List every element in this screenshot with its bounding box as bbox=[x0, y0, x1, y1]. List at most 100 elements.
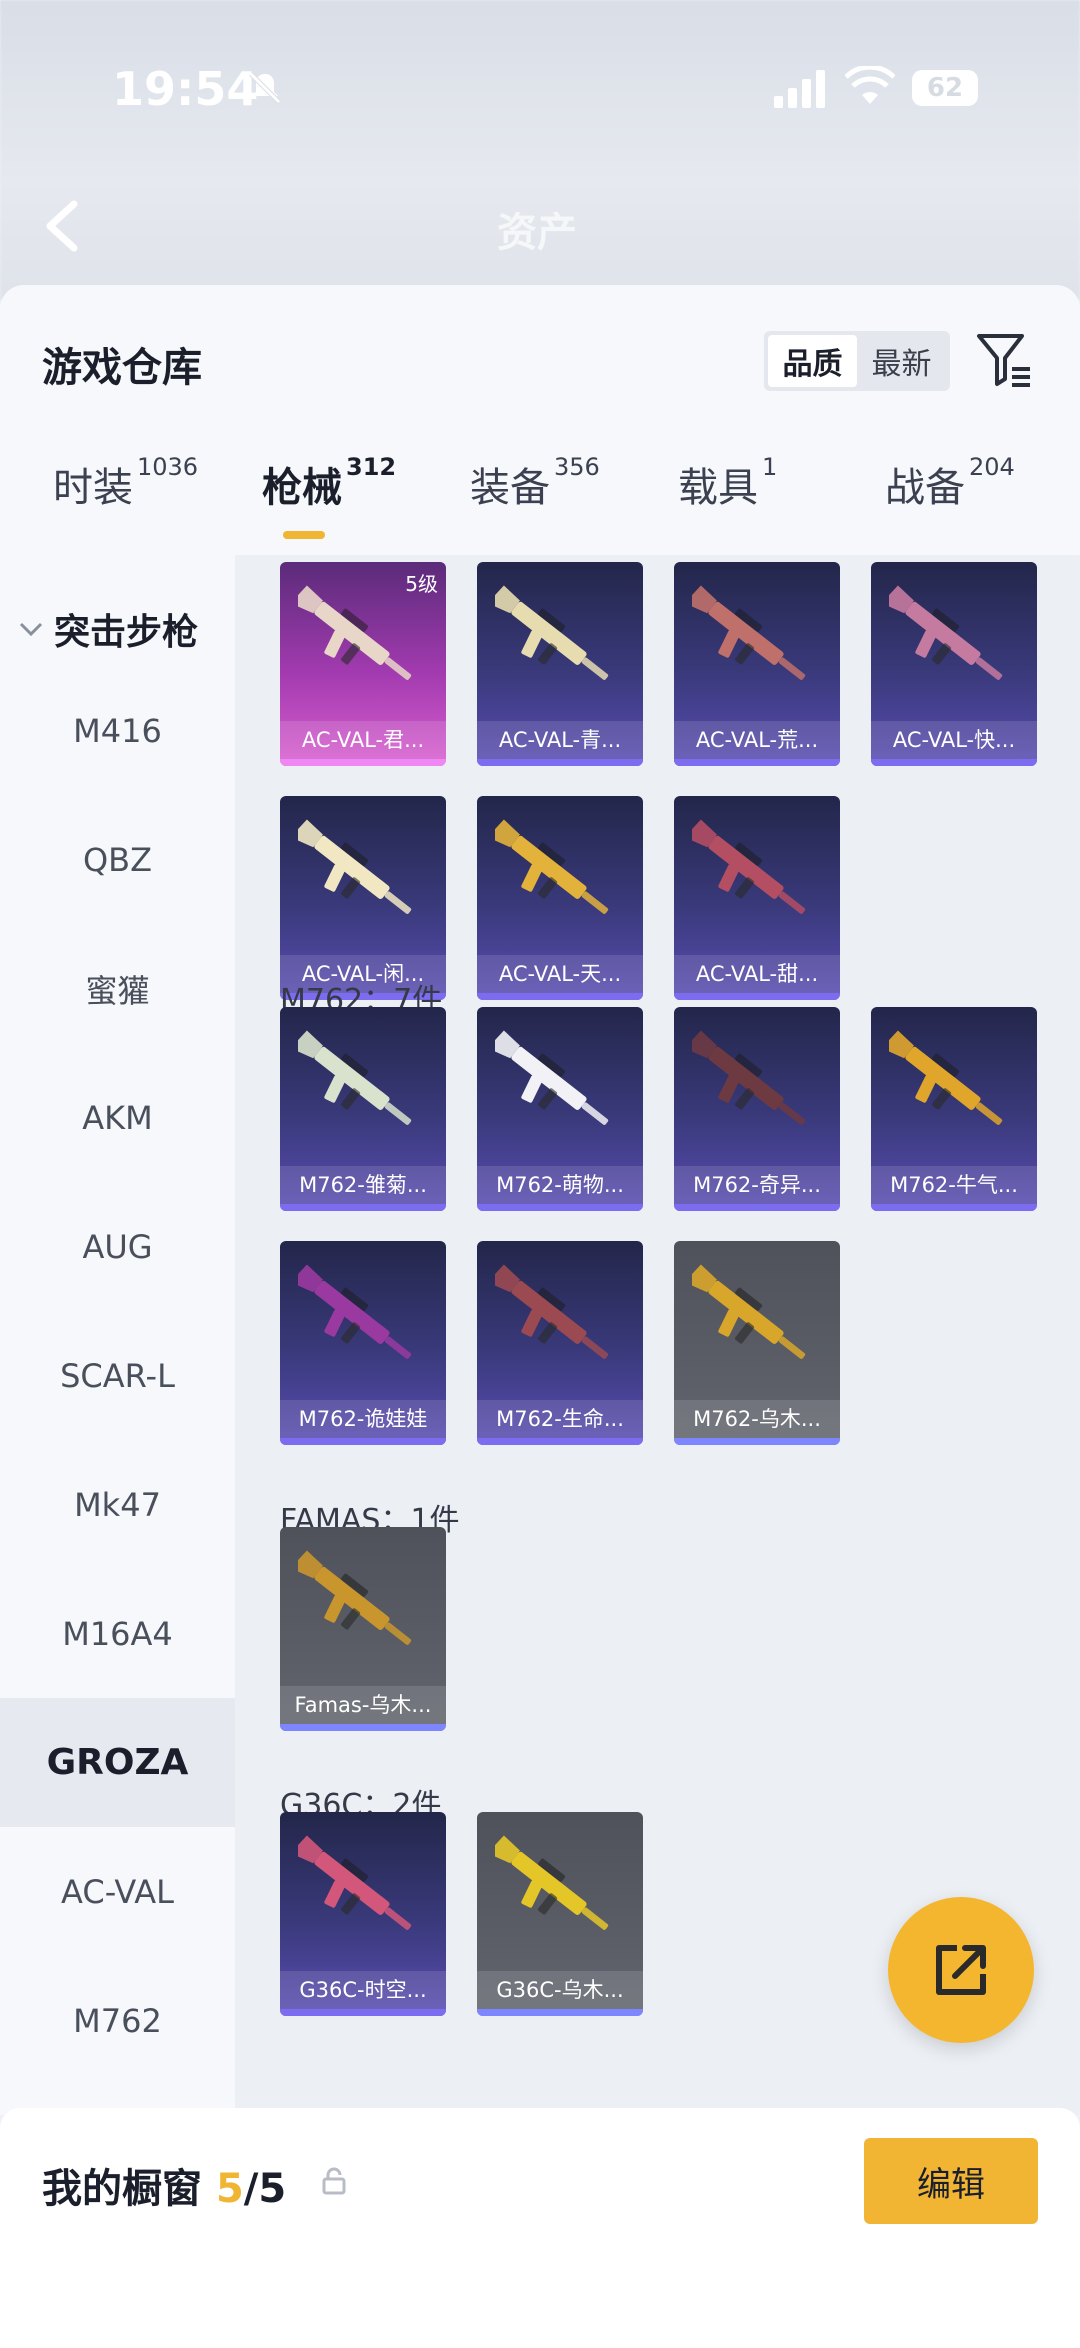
weapon-skin-card[interactable]: AC-VAL-闲... bbox=[280, 796, 446, 1000]
showcase-used-count: 5 bbox=[215, 2166, 244, 2212]
tab-count: 1 bbox=[762, 453, 778, 481]
sidebar-item-ac-val[interactable]: AC-VAL bbox=[0, 1827, 235, 1956]
chevron-down-icon bbox=[19, 622, 43, 637]
showcase-bar: 我的橱窗 5/5 编辑 bbox=[0, 2108, 1080, 2348]
skin-name-label: M762-牛气... bbox=[871, 1166, 1037, 1204]
sidebar-item-aug[interactable]: AUG bbox=[0, 1182, 235, 1311]
sheet-header: 游戏仓库 品质 最新 时装 1036 枪械 312 装备 356 载具 1 战备 204 bbox=[0, 285, 1080, 555]
rifle-icon bbox=[692, 819, 806, 914]
weapon-skin-card[interactable]: M762-乌木... bbox=[674, 1241, 840, 1445]
weapon-skin-card[interactable]: M762-生命... bbox=[477, 1241, 643, 1445]
rifle-icon bbox=[889, 585, 1003, 680]
weapon-skin-card[interactable]: G36C-乌木... bbox=[477, 1812, 643, 2016]
rifle-icon bbox=[692, 1030, 806, 1125]
back-arrow-icon[interactable] bbox=[40, 198, 84, 254]
sidebar-item-qbz[interactable]: QBZ bbox=[0, 795, 235, 924]
sort-toggle: 品质 最新 bbox=[764, 331, 950, 391]
showcase-count-separator: / bbox=[243, 2166, 259, 2212]
tab-label: 战备 bbox=[885, 465, 965, 511]
skin-name-label: M762-生命... bbox=[477, 1400, 643, 1438]
tab-label: 装备 bbox=[470, 465, 550, 511]
sidebar-item-m416[interactable]: M416 bbox=[0, 666, 235, 795]
weapon-skin-card[interactable]: G36C-时空... bbox=[280, 1812, 446, 2016]
active-tab-indicator bbox=[283, 531, 325, 539]
skin-name-label: AC-VAL-青... bbox=[477, 721, 643, 759]
signal-icon bbox=[774, 70, 825, 108]
tab-count: 1036 bbox=[137, 453, 199, 481]
weapon-skin-card[interactable]: AC-VAL-甜... bbox=[674, 796, 840, 1000]
sidebar-item-mk47[interactable]: Mk47 bbox=[0, 1440, 235, 1569]
rifle-icon bbox=[298, 1264, 412, 1359]
weapon-sidebar: 突击步枪 M416 QBZ 蜜獾 AKM AUG SCAR-L Mk47 M16… bbox=[0, 555, 235, 2115]
share-button[interactable] bbox=[888, 1897, 1034, 2043]
sidebar-item-scar-l[interactable]: SCAR-L bbox=[0, 1311, 235, 1440]
weapon-grid: 5级 AC-VAL-君... AC-VAL-青... AC-VAL-荒... AC-VA… bbox=[235, 555, 1080, 2115]
rifle-icon bbox=[298, 1835, 412, 1930]
tab-fashion[interactable]: 时装 1036 bbox=[53, 453, 199, 513]
tab-equipment[interactable]: 装备 356 bbox=[470, 453, 600, 513]
tab-label: 时装 bbox=[53, 465, 133, 511]
sort-quality-button[interactable]: 品质 bbox=[768, 335, 857, 387]
rifle-icon bbox=[298, 819, 412, 914]
rifle-icon bbox=[298, 1030, 412, 1125]
share-external-icon bbox=[936, 1945, 986, 1995]
tab-count: 356 bbox=[554, 453, 600, 481]
sidebar-group-label: 突击步枪 bbox=[54, 612, 199, 653]
tab-vehicles[interactable]: 载具 1 bbox=[678, 453, 778, 513]
sidebar-item-m762[interactable]: M762 bbox=[0, 1956, 235, 2085]
weapon-skin-card[interactable]: AC-VAL-青... bbox=[477, 562, 643, 766]
tab-supplies[interactable]: 战备 204 bbox=[885, 453, 1015, 513]
rifle-icon bbox=[298, 1550, 412, 1645]
showcase-title: 我的橱窗 5/5 bbox=[42, 2156, 286, 2214]
skin-name-label: M762-乌木... bbox=[674, 1400, 840, 1438]
rifle-icon bbox=[692, 1264, 806, 1359]
lock-icon bbox=[322, 2167, 346, 2195]
skin-name-label: AC-VAL-荒... bbox=[674, 721, 840, 759]
skin-name-label: M762-萌物... bbox=[477, 1166, 643, 1204]
skin-name-label: G36C-乌木... bbox=[477, 1971, 643, 2009]
sidebar-item-akm[interactable]: AKM bbox=[0, 1053, 235, 1182]
weapon-skin-card[interactable]: M762-雏菊... bbox=[280, 1007, 446, 1211]
battery-indicator: 62 bbox=[912, 70, 978, 106]
tab-count: 312 bbox=[346, 453, 397, 481]
rifle-icon bbox=[495, 1030, 609, 1125]
rifle-icon bbox=[495, 1835, 609, 1930]
weapon-skin-card[interactable]: M762-诡娃娃 bbox=[280, 1241, 446, 1445]
skin-name-label: AC-VAL-甜... bbox=[674, 955, 840, 993]
tab-count: 204 bbox=[969, 453, 1015, 481]
tab-guns[interactable]: 枪械 312 bbox=[262, 453, 397, 513]
warehouse-title: 游戏仓库 bbox=[42, 345, 202, 391]
rifle-icon bbox=[495, 819, 609, 914]
weapon-skin-card[interactable]: AC-VAL-荒... bbox=[674, 562, 840, 766]
weapon-skin-card[interactable]: Famas-乌木... bbox=[280, 1527, 446, 1731]
sidebar-item-m16a4[interactable]: M16A4 bbox=[0, 1569, 235, 1698]
status-bar: 19:54 62 bbox=[0, 0, 1080, 150]
tab-label: 枪械 bbox=[262, 465, 342, 511]
showcase-total-count: 5 bbox=[258, 2166, 287, 2212]
sidebar-group-assault-rifles[interactable]: 突击步枪 bbox=[18, 603, 198, 655]
skin-name-label: AC-VAL-快... bbox=[871, 721, 1037, 759]
sidebar-item-groza[interactable]: GROZA bbox=[0, 1698, 235, 1827]
rifle-icon bbox=[495, 1264, 609, 1359]
edit-button[interactable]: 编辑 bbox=[864, 2138, 1038, 2224]
weapon-skin-card[interactable]: AC-VAL-天... bbox=[477, 796, 643, 1000]
filter-icon[interactable] bbox=[976, 331, 1034, 391]
warehouse-sheet: 游戏仓库 品质 最新 时装 1036 枪械 312 装备 356 载具 1 战备 204 … bbox=[0, 285, 1080, 2115]
weapon-skin-card[interactable]: M762-奇异... bbox=[674, 1007, 840, 1211]
wifi-icon bbox=[845, 66, 895, 104]
sort-newest-button[interactable]: 最新 bbox=[857, 335, 946, 387]
skin-name-label: AC-VAL-天... bbox=[477, 955, 643, 993]
mute-bell-icon bbox=[249, 72, 281, 104]
sidebar-item-honey-badger[interactable]: 蜜獾 bbox=[0, 924, 235, 1053]
rifle-icon bbox=[298, 585, 412, 680]
weapon-skin-card[interactable]: M762-萌物... bbox=[477, 1007, 643, 1211]
weapon-skin-card[interactable]: M762-牛气... bbox=[871, 1007, 1037, 1211]
weapon-skin-card[interactable]: AC-VAL-快... bbox=[871, 562, 1037, 766]
skin-name-label: M762-奇异... bbox=[674, 1166, 840, 1204]
weapon-skin-card[interactable]: 5级 AC-VAL-君... bbox=[280, 562, 446, 766]
skin-name-label: M762-雏菊... bbox=[280, 1166, 446, 1204]
skin-name-label: G36C-时空... bbox=[280, 1971, 446, 2009]
showcase-label: 我的橱窗 bbox=[42, 2166, 202, 2212]
skin-level-badge: 5级 bbox=[405, 572, 438, 596]
category-tabs: 时装 1036 枪械 312 装备 356 载具 1 战备 204 bbox=[0, 453, 1080, 545]
